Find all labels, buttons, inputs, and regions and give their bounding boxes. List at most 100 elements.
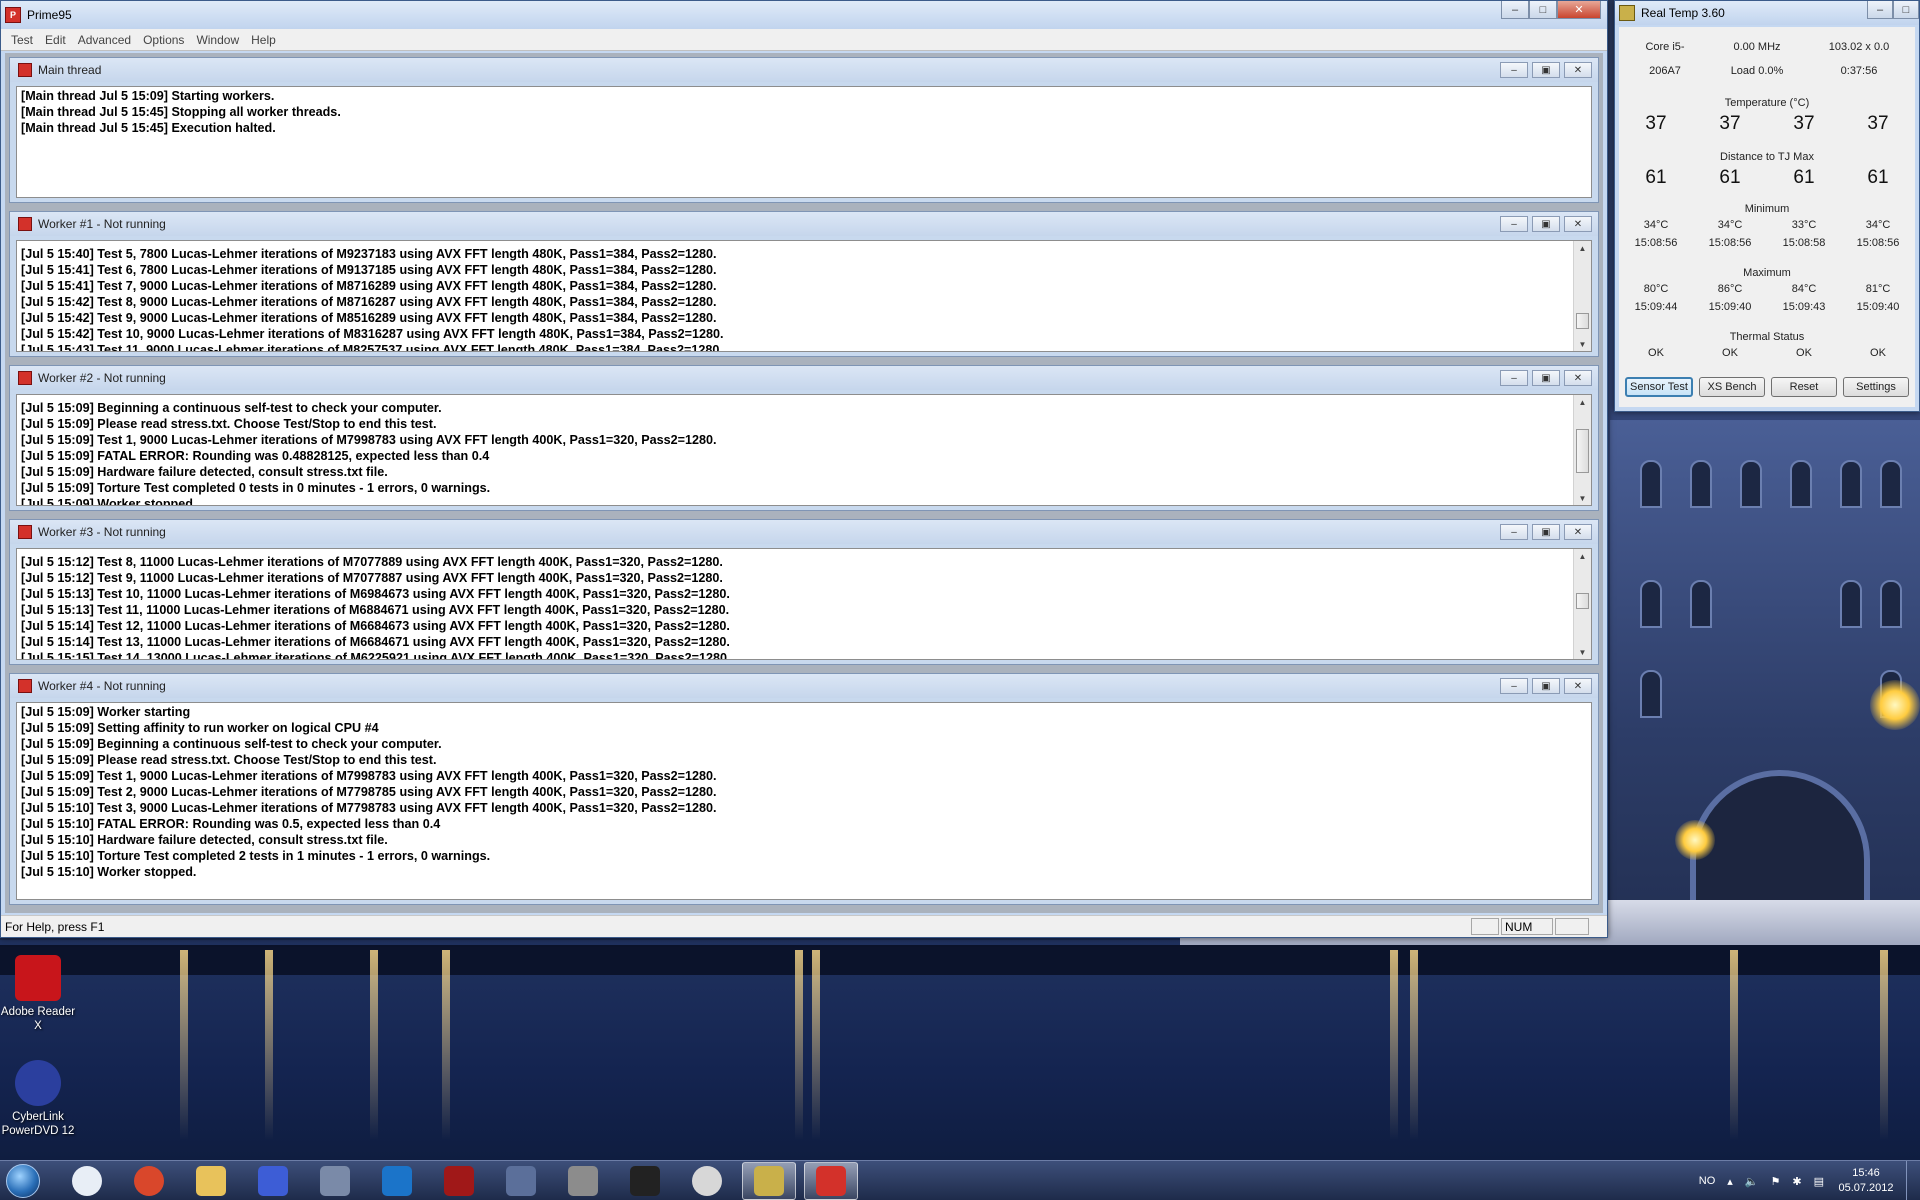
vertical-scrollbar[interactable]: ▲ ▼ [1573, 241, 1591, 351]
log-line: [Jul 5 15:10] Torture Test completed 2 t… [21, 849, 491, 863]
window-title: Real Temp 3.60 [1641, 6, 1725, 20]
taskbar-button-prime95[interactable] [804, 1161, 858, 1200]
child-close-button[interactable]: ✕ [1564, 216, 1592, 232]
child-title: Worker #4 - Not running [38, 679, 166, 693]
child-close-button[interactable]: ✕ [1564, 62, 1592, 78]
child-titlebar[interactable]: Worker #4 - Not running – ▣ ✕ [10, 674, 1598, 698]
taskbar-button-sniper-elite[interactable] [618, 1162, 672, 1200]
child-restore-button[interactable]: ▣ [1532, 370, 1560, 386]
child-titlebar[interactable]: Worker #3 - Not running – ▣ ✕ [10, 520, 1598, 544]
log-area[interactable]: [Jul 5 15:09] Beginning a continuous sel… [16, 394, 1592, 506]
show-desktop-button[interactable] [1906, 1161, 1920, 1200]
child-titlebar[interactable]: Worker #1 - Not running – ▣ ✕ [10, 212, 1598, 236]
desktop-icon-powerdvd[interactable]: CyberLink PowerDVD 12 [0, 1060, 76, 1138]
main-thread-window: Main thread – ▣ ✕ [Main thread Jul 5 15:09… [9, 57, 1599, 203]
maximize-button[interactable]: □ [1893, 1, 1919, 19]
language-indicator[interactable]: NO [1699, 1175, 1716, 1187]
taskbar-button-chrome[interactable] [122, 1162, 176, 1200]
status-cell [1555, 918, 1589, 935]
sensor-test-button[interactable]: Sensor Test [1625, 377, 1693, 397]
menu-help[interactable]: Help [245, 33, 282, 47]
minimize-button[interactable]: – [1501, 1, 1529, 19]
child-close-button[interactable]: ✕ [1564, 678, 1592, 694]
realtemp-titlebar[interactable]: Real Temp 3.60 – □ [1615, 1, 1919, 25]
volume-icon[interactable]: 🔈 [1745, 1175, 1759, 1188]
taskbar-button-game-emblem[interactable] [494, 1162, 548, 1200]
menu-options[interactable]: Options [137, 33, 190, 47]
log-area[interactable]: [Jul 5 15:40] Test 5, 7800 Lucas-Lehmer … [16, 240, 1592, 352]
child-minimize-button[interactable]: – [1500, 62, 1528, 78]
child-minimize-button[interactable]: – [1500, 678, 1528, 694]
explorer-folder-icon [196, 1165, 226, 1196]
log-area[interactable]: [Jul 5 15:09] Worker starting [Jul 5 15:0… [16, 702, 1592, 900]
taskbar-button-teamviewer[interactable] [370, 1162, 424, 1200]
log-line: [Jul 5 15:09] Test 1, 9000 Lucas-Lehmer … [21, 433, 717, 447]
close-button[interactable]: ✕ [1557, 1, 1601, 19]
min-temp: 33°C [1791, 219, 1817, 231]
prime95-titlebar[interactable]: P Prime95 – □ ✕ [1, 1, 1607, 29]
clock[interactable]: 15:46 05.07.2012 [1830, 1166, 1902, 1196]
minimize-button[interactable]: – [1867, 1, 1893, 19]
taskbar-button-explorer-folder[interactable] [184, 1162, 238, 1200]
maximize-button[interactable]: □ [1529, 1, 1557, 19]
log-area[interactable]: [Main thread Jul 5 15:09] Starting worke… [16, 86, 1592, 198]
realtemp-icon [1619, 5, 1635, 21]
core-temp: 37 [1719, 113, 1741, 134]
desktop-icon-adobe-reader[interactable]: Adobe Reader X [0, 955, 76, 1033]
min-temp: 34°C [1717, 219, 1743, 231]
taskbar-button-daemon-tools[interactable] [246, 1162, 300, 1200]
game-emblem-icon [506, 1165, 536, 1196]
child-minimize-button[interactable]: – [1500, 524, 1528, 540]
desktop-icon-label: Adobe Reader X [0, 1006, 76, 1032]
vertical-scrollbar[interactable]: ▲ ▼ [1573, 395, 1591, 505]
start-button[interactable] [0, 1161, 46, 1200]
log-line: [Jul 5 15:09] Hardware failure detected,… [21, 465, 388, 479]
child-restore-button[interactable]: ▣ [1532, 678, 1560, 694]
log-line: [Jul 5 15:13] Test 10, 11000 Lucas-Lehme… [21, 587, 730, 601]
log-line: [Jul 5 15:09] Torture Test completed 0 t… [21, 481, 491, 495]
action-center-flag-icon[interactable]: ⚑ [1771, 1175, 1781, 1188]
log-line: [Jul 5 15:12] Test 8, 11000 Lucas-Lehmer… [21, 555, 723, 569]
max-time: 15:09:40 [1856, 301, 1900, 313]
taskbar-button-cd-disc[interactable] [680, 1162, 734, 1200]
chrome-icon [134, 1165, 164, 1196]
log-line: [Jul 5 15:10] Test 3, 9000 Lucas-Lehmer … [21, 801, 717, 815]
child-close-button[interactable]: ✕ [1564, 370, 1592, 386]
reset-button[interactable]: Reset [1771, 377, 1837, 397]
child-restore-button[interactable]: ▣ [1532, 216, 1560, 232]
taskbar-button-game-soldier[interactable] [556, 1162, 610, 1200]
system-tray: NO ▴ 🔈 ⚑ ✱ ▤ 15:46 05.07.2012 [1693, 1161, 1920, 1200]
log-line: [Jul 5 15:09] Please read stress.txt. Ch… [21, 417, 437, 431]
log-area[interactable]: [Jul 5 15:12] Test 8, 11000 Lucas-Lehmer… [16, 548, 1592, 660]
child-minimize-button[interactable]: – [1500, 216, 1528, 232]
child-titlebar[interactable]: Worker #2 - Not running – ▣ ✕ [10, 366, 1598, 390]
child-restore-button[interactable]: ▣ [1532, 62, 1560, 78]
taskbar-button-gpu-tweak[interactable] [432, 1162, 486, 1200]
bluetooth-icon[interactable]: ✱ [1792, 1175, 1801, 1188]
menu-window[interactable]: Window [190, 33, 245, 47]
log-line: [Jul 5 15:42] Test 8, 9000 Lucas-Lehmer … [21, 295, 717, 309]
show-hidden-icons-icon[interactable]: ▴ [1727, 1175, 1733, 1188]
realtemp-window: Real Temp 3.60 – □ Core i5- 0.00 MHz 103… [1614, 0, 1920, 412]
settings-button[interactable]: Settings [1843, 377, 1909, 397]
child-minimize-button[interactable]: – [1500, 370, 1528, 386]
child-restore-button[interactable]: ▣ [1532, 524, 1560, 540]
window-title: Prime95 [27, 8, 72, 22]
mdi-client-area: Main thread – ▣ ✕ [Main thread Jul 5 15:09… [5, 53, 1603, 913]
taskbar-button-media-player[interactable] [60, 1162, 114, 1200]
child-close-button[interactable]: ✕ [1564, 524, 1592, 540]
network-icon[interactable]: ▤ [1814, 1175, 1824, 1188]
menu-test[interactable]: Test [5, 33, 39, 47]
daemon-tools-icon [258, 1165, 288, 1196]
menu-advanced[interactable]: Advanced [72, 33, 137, 47]
xs-bench-button[interactable]: XS Bench [1699, 377, 1765, 397]
vertical-scrollbar[interactable]: ▲ ▼ [1573, 549, 1591, 659]
cpu-id: 206A7 [1649, 65, 1681, 77]
taskbar-button-network[interactable] [308, 1162, 362, 1200]
taskbar-button-realtemp[interactable] [742, 1161, 796, 1200]
max-temp: 86°C [1717, 283, 1743, 295]
street-lamp [1675, 820, 1715, 860]
child-titlebar[interactable]: Main thread – ▣ ✕ [10, 58, 1598, 82]
menu-edit[interactable]: Edit [39, 33, 72, 47]
thermal-status: OK [1796, 347, 1812, 359]
